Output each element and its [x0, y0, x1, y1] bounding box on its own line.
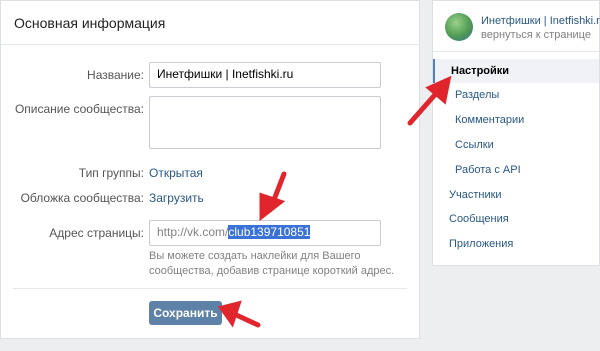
- sidebar-item-links[interactable]: Ссылки: [433, 133, 599, 157]
- sidebar-header[interactable]: Инетфишки | Inetfishki.ru вернуться к ст…: [433, 1, 600, 52]
- address-value: club139710851: [228, 225, 311, 239]
- sidebar-item-comments[interactable]: Комментарии: [433, 108, 599, 132]
- sidebar-item-api[interactable]: Работа с API: [433, 158, 599, 182]
- main-panel: Основная информация Название: Инетфишки …: [0, 0, 420, 339]
- group-type-link[interactable]: Открытая: [149, 166, 203, 180]
- divider: [13, 288, 407, 289]
- avatar: [445, 13, 473, 41]
- section-title: Основная информация: [1, 1, 419, 45]
- address-label: Адрес страницы:: [49, 226, 144, 240]
- save-button[interactable]: Сохранить: [149, 301, 222, 325]
- group-name[interactable]: Инетфишки | Inetfishki.ru: [481, 15, 600, 27]
- sidebar-item-label: Разделы: [455, 89, 500, 101]
- sidebar-item-label: Участники: [449, 189, 502, 201]
- sidebar: Инетфишки | Inetfishki.ru вернуться к ст…: [432, 0, 600, 266]
- sidebar-item-messages[interactable]: Сообщения: [433, 207, 599, 231]
- name-input[interactable]: Инетфишки | Inetfishki.ru: [149, 62, 381, 88]
- address-hint: Вы можете создать наклейки для Вашего со…: [149, 250, 395, 277]
- group-type-label: Тип группы:: [78, 166, 144, 180]
- sidebar-item-label: Работа с API: [455, 164, 521, 176]
- name-label: Название:: [87, 68, 144, 82]
- sidebar-item-label: Настройки: [451, 65, 510, 77]
- address-input[interactable]: http://vk.com/club139710851: [149, 220, 381, 246]
- sidebar-item-members[interactable]: Участники: [433, 183, 599, 207]
- address-prefix: http://vk.com/: [157, 225, 229, 239]
- sidebar-item-label: Ссылки: [455, 139, 494, 151]
- sidebar-item-sections[interactable]: Разделы: [433, 83, 599, 107]
- sidebar-item-settings[interactable]: Настройки: [433, 59, 599, 83]
- sidebar-item-apps[interactable]: Приложения: [433, 232, 599, 256]
- description-label: Описание сообщества:: [14, 102, 144, 116]
- sidebar-item-label: Сообщения: [449, 213, 509, 225]
- cover-label: Обложка сообщества:: [20, 191, 144, 205]
- cover-upload-link[interactable]: Загрузить: [149, 191, 204, 205]
- back-link[interactable]: вернуться к странице: [481, 29, 591, 41]
- description-textarea[interactable]: [149, 96, 381, 149]
- sidebar-item-label: Приложения: [449, 238, 514, 250]
- sidebar-item-label: Комментарии: [455, 114, 525, 126]
